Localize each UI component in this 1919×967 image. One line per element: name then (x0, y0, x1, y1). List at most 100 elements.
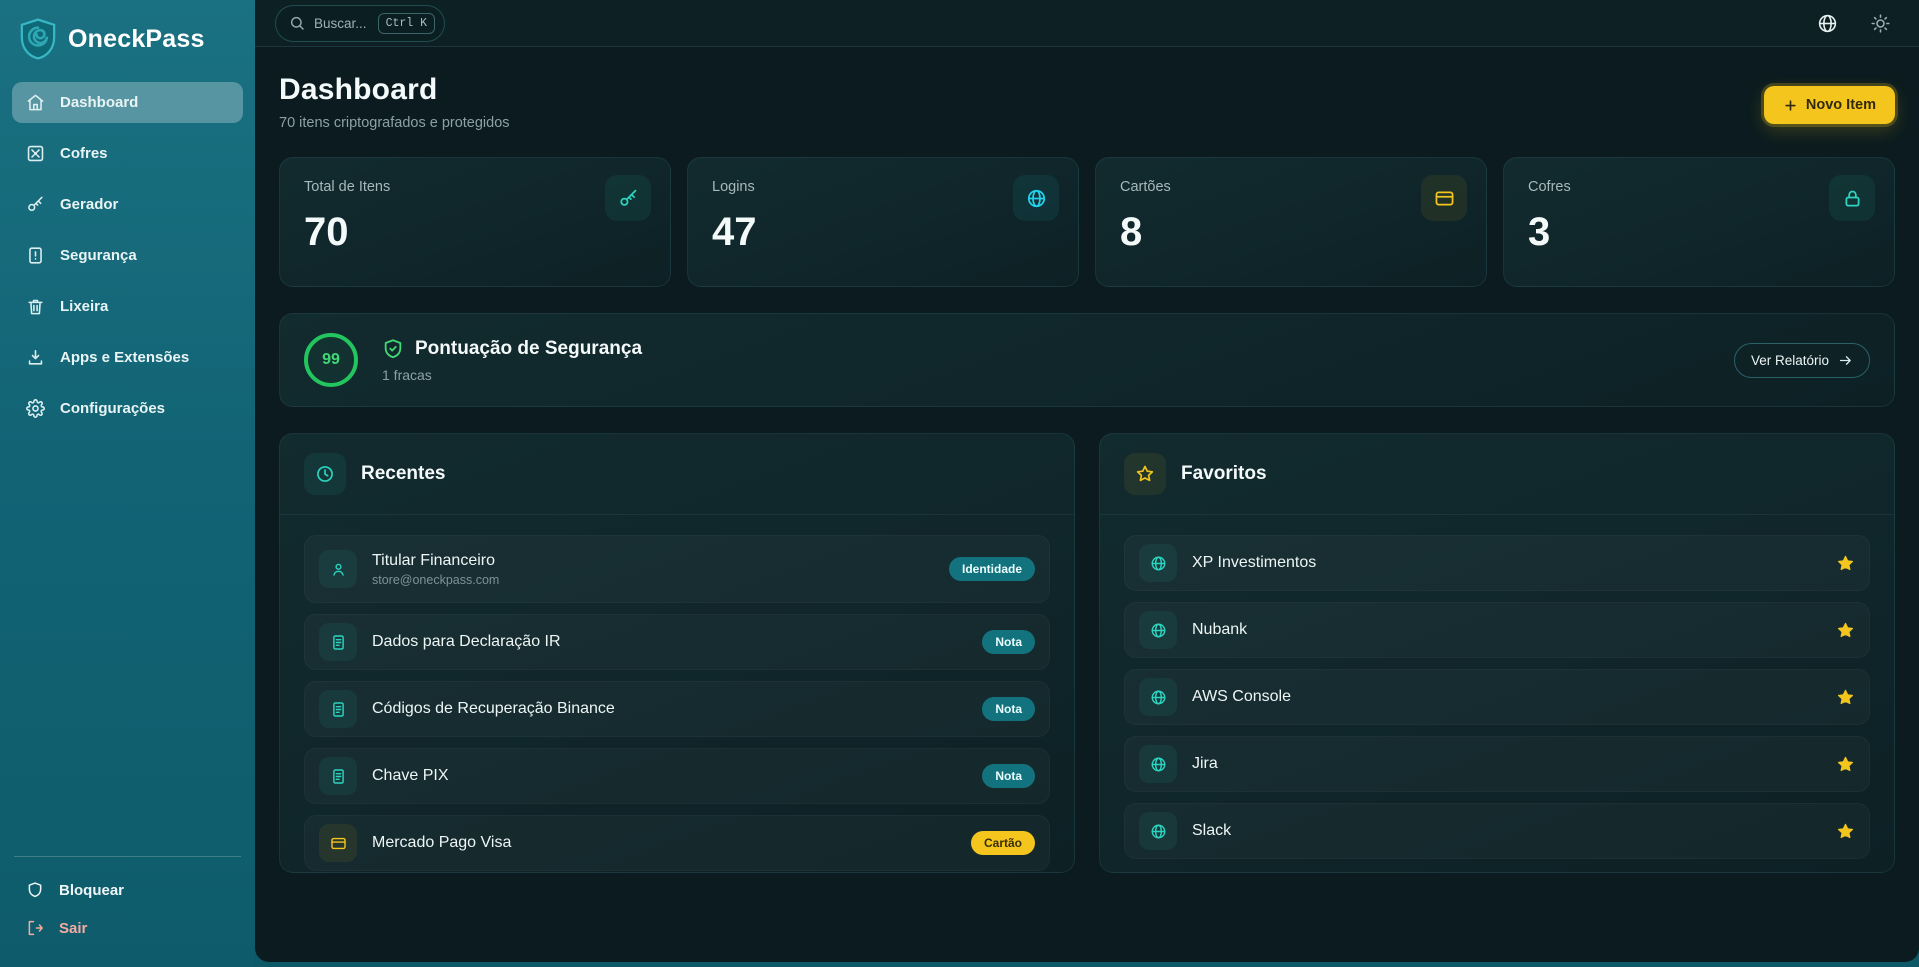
sidebar-item-dashboard[interactable]: Dashboard (12, 82, 243, 123)
item-type-badge: Cartão (971, 831, 1035, 855)
recents-panel: Recentes Titular Financeirostore@oneckpa… (279, 433, 1075, 873)
sidebar-item-label: Gerador (60, 196, 118, 213)
stat-card-cartoes: Cartões8 (1095, 157, 1487, 287)
bottom-grid: Recentes Titular Financeirostore@oneckpa… (279, 433, 1895, 873)
logout-icon (26, 919, 44, 937)
language-button[interactable] (1817, 13, 1838, 34)
sidebar-footer: Bloquear Sair (12, 846, 243, 947)
search-icon (289, 15, 305, 31)
item-title: XP Investimentos (1192, 554, 1316, 572)
note-icon (319, 757, 357, 795)
favorites-title: Favoritos (1181, 463, 1267, 485)
favorite-item-nubank[interactable]: Nubank (1124, 602, 1870, 658)
page-header: Dashboard 70 itens criptografados e prot… (279, 73, 1895, 131)
sidebar-item-label: Lixeira (60, 298, 108, 315)
topbar: Buscar... Ctrl K (255, 0, 1919, 47)
stat-value: 8 (1120, 210, 1462, 255)
stat-value: 3 (1528, 210, 1870, 255)
user-icon (319, 550, 357, 588)
item-subtitle: store@oneckpass.com (372, 573, 499, 587)
sidebar-divider (14, 856, 241, 857)
item-title: Códigos de Recuperação Binance (372, 700, 615, 718)
globe-icon (1139, 544, 1177, 582)
sidebar: OneckPass DashboardCofresGeradorSeguranç… (0, 0, 255, 967)
sidebar-item-label: Segurança (60, 247, 137, 264)
sidebar-item-gerador[interactable]: Gerador (12, 184, 243, 225)
stat-label: Cofres (1528, 179, 1870, 195)
sidebar-item-apps-e-extensoes[interactable]: Apps e Extensões (12, 337, 243, 378)
sidebar-nav: Dashboard Cofres Gerador Segurança Lixeira Ap… (12, 82, 243, 429)
page-subtitle: 70 itens criptografados e protegidos (279, 115, 510, 131)
key-icon (26, 195, 45, 214)
favorite-item-jira[interactable]: Jira (1124, 736, 1870, 792)
sidebar-item-bloquear[interactable]: Bloquear (12, 871, 243, 909)
sidebar-item-sair[interactable]: Sair (12, 909, 243, 947)
new-item-button[interactable]: Novo Item (1764, 86, 1895, 124)
view-report-button[interactable]: Ver Relatório (1734, 343, 1870, 378)
stat-card-cofres: Cofres 3 (1503, 157, 1895, 287)
favorite-star-icon[interactable] (1836, 822, 1855, 841)
security-score-card: 99 Pontuação de Segurança 1 fracas Ver R… (279, 313, 1895, 407)
globe-icon (1139, 611, 1177, 649)
stat-value: 47 (712, 210, 1054, 255)
lock-icon (1829, 175, 1875, 221)
item-type-badge: Nota (982, 630, 1035, 654)
shield-icon (26, 881, 44, 899)
vault-icon (26, 144, 45, 163)
gear-icon (26, 399, 45, 418)
sidebar-item-seguranca[interactable]: Segurança (12, 235, 243, 276)
home-icon (26, 93, 45, 112)
item-type-badge: Nota (982, 764, 1035, 788)
favorite-star-icon[interactable] (1836, 688, 1855, 707)
sidebar-item-label: Configurações (60, 400, 165, 417)
download-icon (26, 348, 45, 367)
security-score-ring: 99 (304, 333, 358, 387)
favorite-item-slack[interactable]: Slack (1124, 803, 1870, 859)
item-title: Nubank (1192, 621, 1247, 639)
arrow-right-icon (1838, 353, 1853, 368)
globe-icon (1139, 745, 1177, 783)
globe-icon (1817, 13, 1838, 34)
recent-item-codigos-de-recuperacao-binance[interactable]: Códigos de Recuperação Binance Nota (304, 681, 1050, 737)
recent-item-chave-pix[interactable]: Chave PIXNota (304, 748, 1050, 804)
stat-card-logins: Logins 47 (687, 157, 1079, 287)
item-title: Titular Financeiro (372, 552, 499, 570)
dashboard-content: Dashboard 70 itens criptografados e prot… (255, 47, 1919, 962)
file-alert-icon (26, 246, 45, 265)
page-title: Dashboard (279, 73, 510, 107)
sidebar-item-cofres[interactable]: Cofres (12, 133, 243, 174)
favorite-star-icon[interactable] (1836, 554, 1855, 573)
star-icon (1124, 453, 1166, 495)
favorite-item-xp-investimentos[interactable]: XP Investimentos (1124, 535, 1870, 591)
theme-toggle-button[interactable] (1870, 13, 1891, 34)
sun-icon (1870, 13, 1891, 34)
recent-item-mercado-pago-visa[interactable]: Mercado Pago VisaCartão (304, 815, 1050, 871)
sidebar-item-configuracoes[interactable]: Configurações (12, 388, 243, 429)
card-icon (1421, 175, 1467, 221)
security-score-title: Pontuação de Segurança (415, 338, 642, 360)
item-title: Jira (1192, 755, 1218, 773)
recent-item-dados-para-declaracao-ir[interactable]: Dados para Declaração IR Nota (304, 614, 1050, 670)
stat-label: Logins (712, 179, 1054, 195)
favorite-item-aws-console[interactable]: AWS Console (1124, 669, 1870, 725)
item-title: Dados para Declaração IR (372, 633, 561, 651)
shield-check-icon (382, 338, 404, 360)
stat-card-total-de-itens: Total de Itens70 (279, 157, 671, 287)
sidebar-item-label: Cofres (60, 145, 108, 162)
item-title: AWS Console (1192, 688, 1291, 706)
topbar-actions (1817, 13, 1891, 34)
favorites-panel: Favoritos XP Investimentos Nubank AWS Cons… (1099, 433, 1895, 873)
search-input[interactable]: Buscar... Ctrl K (275, 5, 445, 42)
search-shortcut-kbd: Ctrl K (378, 13, 435, 34)
sidebar-item-lixeira[interactable]: Lixeira (12, 286, 243, 327)
note-icon (319, 690, 357, 728)
recent-item-titular-financeiro[interactable]: Titular Financeirostore@oneckpass.comIde… (304, 535, 1050, 603)
sidebar-item-label: Bloquear (59, 882, 124, 899)
security-score-subtitle: 1 fracas (382, 367, 642, 383)
favorite-star-icon[interactable] (1836, 621, 1855, 640)
item-type-badge: Nota (982, 697, 1035, 721)
globe-icon (1013, 175, 1059, 221)
card-icon (319, 824, 357, 862)
favorite-star-icon[interactable] (1836, 755, 1855, 774)
note-icon (319, 623, 357, 661)
